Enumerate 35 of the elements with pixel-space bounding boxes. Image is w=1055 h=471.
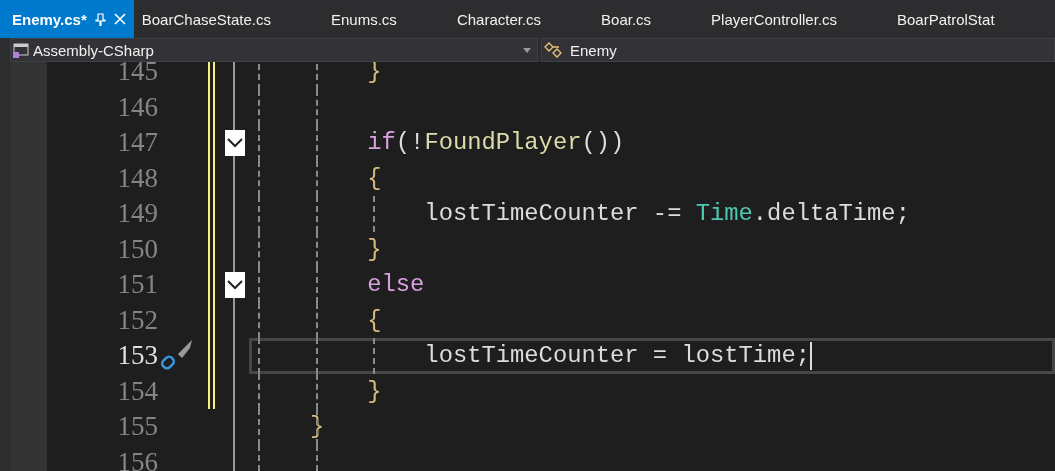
line-number: 148 — [117, 162, 158, 193]
line-number: 154 — [117, 375, 158, 406]
line-number: 151 — [117, 269, 158, 300]
code-line: } — [366, 377, 382, 405]
project-dropdown[interactable]: Assembly-CSharp — [10, 38, 538, 62]
file-tab[interactable]: BoarPatrolStat — [867, 0, 1025, 38]
file-tab[interactable]: Boar.cs — [571, 0, 682, 38]
collapse-icon[interactable] — [225, 130, 245, 157]
collapse-icon[interactable] — [225, 272, 245, 299]
line-number: 153 — [117, 340, 158, 371]
pin-icon[interactable] — [94, 12, 106, 26]
code-line: lostTimeCounter = lostTime; — [423, 342, 810, 370]
file-tab[interactable]: Enemy.cs* — [0, 0, 134, 38]
member-dropdown[interactable]: Enemy — [541, 38, 1055, 62]
line-number: 155 — [117, 411, 158, 442]
line-number: 146 — [117, 91, 158, 122]
close-icon[interactable] — [113, 13, 126, 25]
file-tab[interactable]: BoarChaseState.cs — [133, 0, 301, 38]
code-line: else — [366, 271, 425, 299]
dropdown-arrow-icon — [523, 47, 531, 53]
project-icon — [13, 42, 29, 58]
code-line: { — [366, 306, 382, 334]
code-line: } — [366, 235, 382, 263]
file-tab[interactable]: PlayerController.cs — [681, 0, 867, 38]
line-number: 147 — [117, 127, 158, 158]
line-number: 150 — [117, 233, 158, 264]
file-tab[interactable]: Character.cs — [426, 0, 572, 38]
code-line: { — [366, 164, 382, 192]
line-number: 145 — [117, 62, 158, 86]
line-number: 152 — [117, 304, 158, 335]
code-line: if(!FoundPlayer()) — [366, 129, 625, 157]
line-number: 149 — [117, 198, 158, 229]
line-number: 156 — [117, 447, 158, 471]
file-tab[interactable]: Enums.cs — [301, 0, 427, 38]
code-line: lostTimeCounter -= Time.deltaTime; — [423, 200, 910, 228]
